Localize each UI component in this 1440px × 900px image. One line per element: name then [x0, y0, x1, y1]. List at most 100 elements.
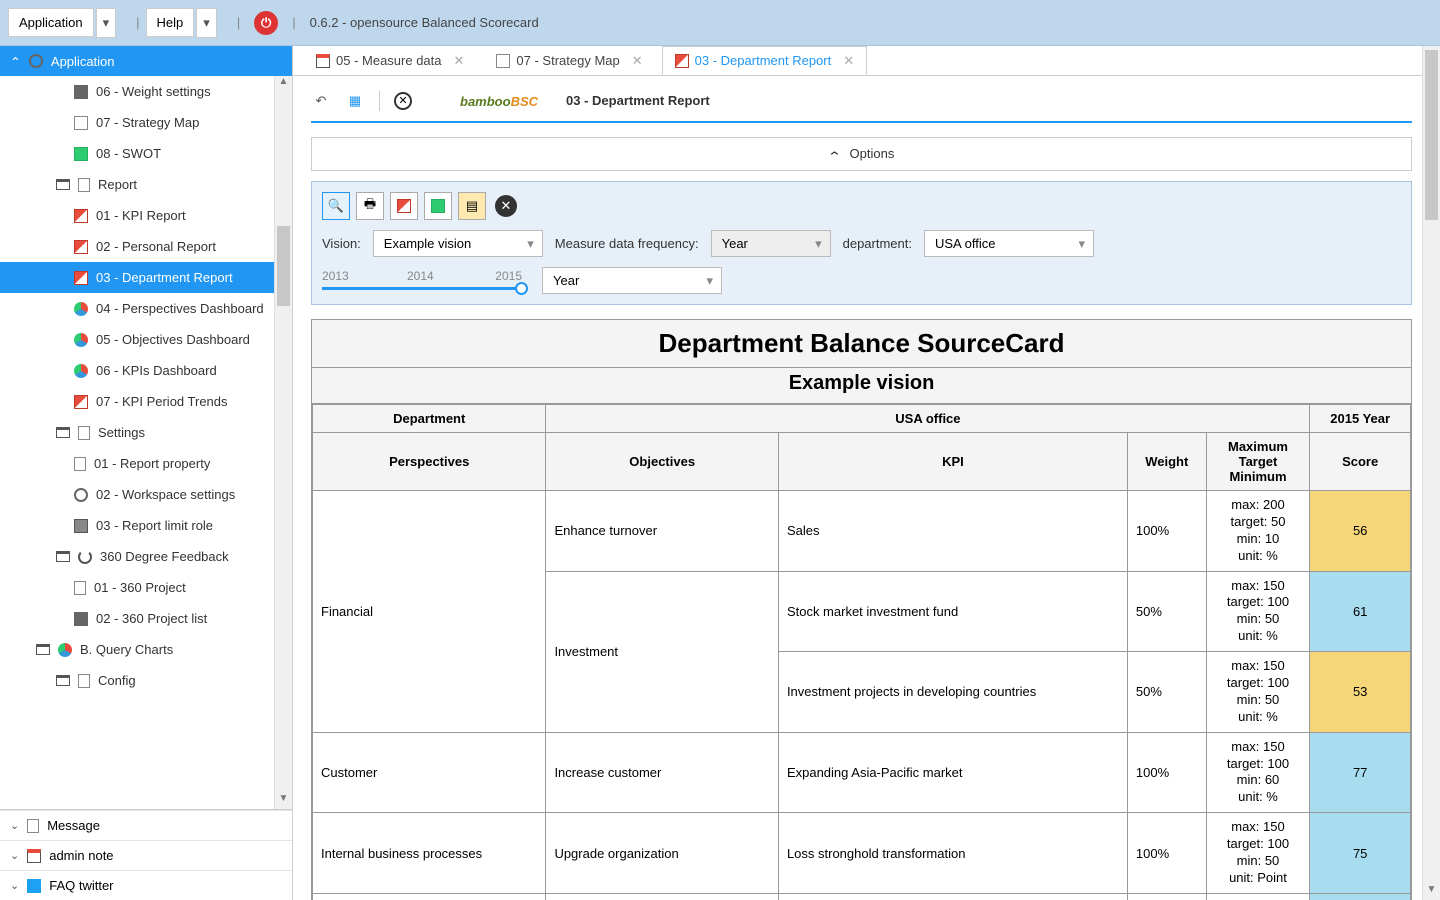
gear-icon — [29, 54, 43, 68]
sidebar-group-360[interactable]: 360 Degree Feedback — [0, 541, 292, 572]
sidebar-item-report-property[interactable]: 01 - Report property — [0, 448, 292, 479]
page-title: 03 - Department Report — [566, 93, 710, 108]
power-icon[interactable]: ⏻ — [254, 11, 278, 35]
tab-label: 07 - Strategy Map — [516, 53, 619, 68]
sidebar-item-personal-report[interactable]: 02 - Personal Report — [0, 231, 292, 262]
cell-weight: 100% — [1127, 813, 1206, 894]
department-select[interactable]: USA office — [924, 230, 1094, 257]
sidebar-item-360-project[interactable]: 01 - 360 Project — [0, 572, 292, 603]
print-button[interactable]: 🖶 — [356, 192, 384, 220]
table-row: Learning and growthCapacity building obj… — [313, 893, 1411, 900]
col-score: Score — [1310, 433, 1411, 491]
select-value: Example vision — [384, 236, 471, 251]
toolbar-separator: | — [292, 15, 295, 30]
vision-select[interactable]: Example vision — [373, 230, 543, 257]
toolbar-separator: | — [237, 15, 240, 30]
page-toolbar: ↶ ▦ ✕ bambooBSC 03 - Department Report — [311, 86, 1412, 123]
sidebar-item-label: 06 - KPIs Dashboard — [96, 363, 217, 378]
query-button[interactable]: 🔍 — [322, 192, 350, 220]
year-slider[interactable]: 2013 2014 2015 — [322, 269, 522, 293]
page-scrollbar[interactable]: ▼ — [1422, 46, 1440, 900]
sidebar-item-360-project-list[interactable]: 02 - 360 Project list — [0, 603, 292, 634]
scroll-up-icon[interactable]: ▲ — [275, 76, 292, 92]
cell-weight: 50% — [1127, 571, 1206, 652]
tab-department-report[interactable]: 03 - Department Report✕ — [662, 46, 867, 75]
close-icon[interactable]: ✕ — [394, 92, 412, 110]
left-panel: ⌄ Application 06 - Weight settings 07 - … — [0, 46, 293, 900]
scroll-down-icon[interactable]: ▼ — [1423, 884, 1440, 900]
chevron-down-icon: ⌄ — [10, 879, 19, 892]
close-icon[interactable]: ✕ — [843, 53, 854, 69]
help-menu-button[interactable]: Help — [146, 8, 195, 37]
sidebar-item-kpi-report[interactable]: 01 - KPI Report — [0, 200, 292, 231]
tab-measure-data[interactable]: 05 - Measure data✕ — [303, 46, 477, 75]
report-table: Department Balance SourceCard Example vi… — [311, 319, 1412, 900]
col-year: 2015 Year — [1310, 405, 1411, 433]
sidebar-group-query-charts[interactable]: B. Query Charts — [0, 634, 292, 665]
clear-button[interactable]: ✕ — [492, 192, 520, 220]
left-header[interactable]: ⌄ Application — [0, 46, 292, 76]
chevron-down-icon: ⌄ — [10, 849, 19, 862]
grid-icon — [74, 612, 88, 626]
sidebar-item-objectives-dashboard[interactable]: 05 - Objectives Dashboard — [0, 324, 292, 355]
cell-objective: Enhance turnover — [546, 491, 779, 572]
sidebar-item-weight-settings[interactable]: 06 - Weight settings — [0, 76, 292, 107]
sidebar-item-kpis-dashboard[interactable]: 06 - KPIs Dashboard — [0, 355, 292, 386]
accordion-label: admin note — [49, 848, 113, 863]
accordion-label: Message — [47, 818, 100, 833]
folder-icon — [56, 675, 70, 686]
pie-icon — [74, 302, 88, 316]
cell-perspective: Customer — [313, 732, 546, 813]
frequency-select[interactable]: Year — [711, 230, 831, 257]
table-row: Financial Enhance turnoverSales100%max: … — [313, 491, 1411, 572]
folder-icon — [56, 427, 70, 438]
application-menu-button[interactable]: Application — [8, 8, 94, 37]
scroll-thumb[interactable] — [277, 226, 290, 306]
pdf-button[interactable] — [390, 192, 418, 220]
col-weight: Weight — [1127, 433, 1206, 491]
sidebar-item-swot[interactable]: 08 - SWOT — [0, 138, 292, 169]
tree-scrollbar[interactable]: ▲ ▼ — [274, 76, 292, 809]
sidebar-item-strategy-map[interactable]: 07 - Strategy Map — [0, 107, 292, 138]
close-icon[interactable]: ✕ — [632, 53, 643, 69]
close-icon[interactable]: ✕ — [454, 53, 465, 69]
report-icon — [74, 271, 88, 285]
scroll-thumb[interactable] — [1425, 50, 1438, 220]
grid-icon[interactable]: ▦ — [345, 91, 365, 111]
sidebar-item-department-report[interactable]: 03 - Department Report — [0, 262, 292, 293]
tab-strategy-map[interactable]: 07 - Strategy Map ✕ — [483, 46, 655, 75]
scroll-down-icon[interactable]: ▼ — [275, 793, 292, 809]
close-icon: ✕ — [495, 195, 517, 217]
map-icon — [74, 116, 88, 130]
options-label: Options — [850, 146, 895, 161]
application-menu-caret[interactable]: ▾ — [96, 8, 117, 38]
csv-button[interactable]: ▤ — [458, 192, 486, 220]
sidebar-item-label: 07 - KPI Period Trends — [96, 394, 228, 409]
col-office: USA office — [546, 405, 1310, 433]
doc-icon — [78, 426, 90, 440]
cell-score: 53 — [1310, 652, 1411, 733]
sidebar-group-report[interactable]: Report — [0, 169, 292, 200]
sidebar-group-config[interactable]: Config — [0, 665, 292, 696]
sidebar-group-settings[interactable]: Settings — [0, 417, 292, 448]
accordion-admin-note[interactable]: ⌄ admin note — [0, 840, 292, 870]
select-value: USA office — [935, 236, 995, 251]
report-subtitle: Example vision — [312, 368, 1411, 404]
pie-icon — [58, 643, 72, 657]
sidebar-item-kpi-period-trends[interactable]: 07 - KPI Period Trends — [0, 386, 292, 417]
page-content: ↶ ▦ ✕ bambooBSC 03 - Department Report O… — [293, 76, 1440, 900]
year-select[interactable]: Year — [542, 267, 722, 294]
col-department: Department — [313, 405, 546, 433]
sidebar-item-perspectives-dashboard[interactable]: 04 - Perspectives Dashboard — [0, 293, 292, 324]
sidebar-item-label: 05 - Objectives Dashboard — [96, 332, 250, 347]
excel-button[interactable] — [424, 192, 452, 220]
options-toggle[interactable]: Options — [311, 137, 1412, 171]
sidebar-item-report-limit-role[interactable]: 03 - Report limit role — [0, 510, 292, 541]
undo-icon[interactable]: ↶ — [311, 91, 331, 111]
slider-handle[interactable] — [515, 282, 528, 295]
help-menu-caret[interactable]: ▾ — [196, 8, 217, 38]
sidebar-item-workspace-settings[interactable]: 02 - Workspace settings — [0, 479, 292, 510]
accordion-faq-twitter[interactable]: ⌄FAQ twitter — [0, 870, 292, 900]
excel-icon — [431, 199, 445, 213]
accordion-message[interactable]: ⌄Message — [0, 810, 292, 840]
